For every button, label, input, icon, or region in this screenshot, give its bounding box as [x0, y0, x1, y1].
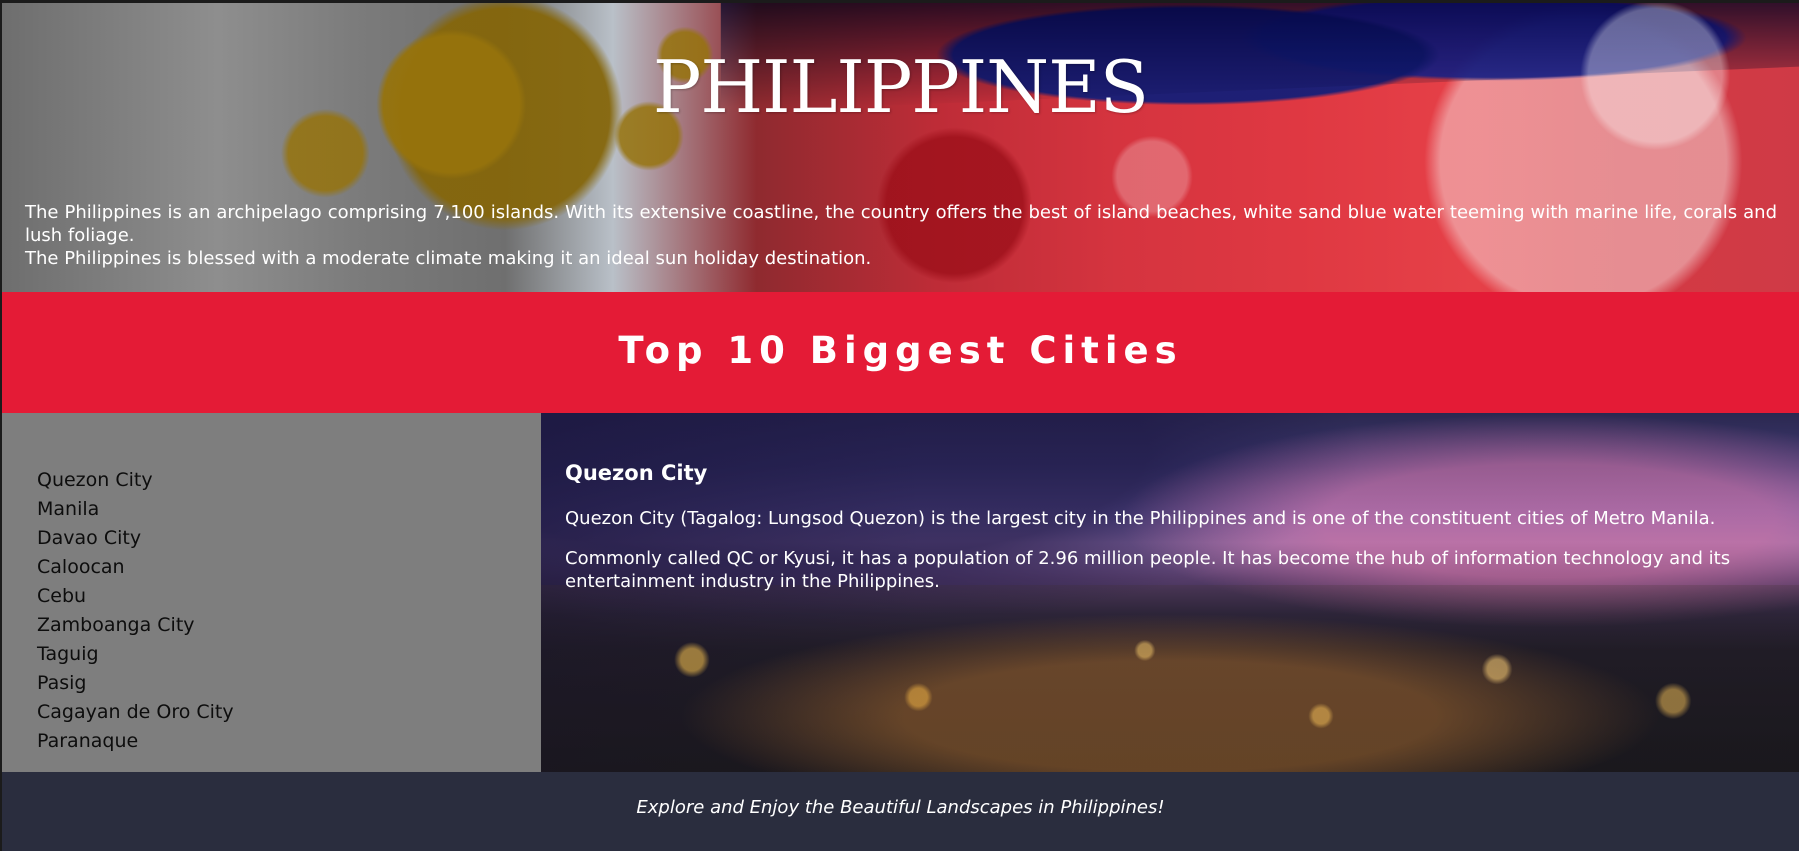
city-list-item-taguig[interactable]: Taguig — [37, 640, 541, 669]
page-title: PHILIPPINES — [652, 45, 1149, 129]
banner-heading: Top 10 Biggest Cities — [618, 329, 1183, 372]
page: PHILIPPINES The Philippines is an archip… — [0, 0, 1799, 851]
city-list-item-manila[interactable]: Manila — [37, 495, 541, 524]
hero-header: PHILIPPINES The Philippines is an archip… — [2, 3, 1799, 292]
city-list-item-davao-city[interactable]: Davao City — [37, 524, 541, 553]
city-list-item-paranaque[interactable]: Paranaque — [37, 727, 541, 756]
city-list-item-caloocan[interactable]: Caloocan — [37, 553, 541, 582]
page-footer: Explore and Enjoy the Beautiful Landscap… — [2, 772, 1799, 851]
city-detail-content: Quezon City Quezon City (Tagalog: Lungso… — [541, 413, 1799, 593]
intro-text: The Philippines is an archipelago compri… — [25, 201, 1777, 270]
city-detail-panel: Quezon City Quezon City (Tagalog: Lungso… — [541, 413, 1799, 772]
city-list-panel: Quezon City Manila Davao City Caloocan C… — [2, 413, 541, 772]
intro-paragraph-1: The Philippines is an archipelago compri… — [25, 202, 1777, 246]
city-list-item-zamboanga-city[interactable]: Zamboanga City — [37, 611, 541, 640]
city-list-item-pasig[interactable]: Pasig — [37, 669, 541, 698]
main-content: Quezon City Manila Davao City Caloocan C… — [2, 413, 1799, 772]
city-detail-paragraph-1: Quezon City (Tagalog: Lungsod Quezon) is… — [565, 508, 1716, 529]
intro-paragraph-2: The Philippines is blessed with a modera… — [25, 248, 872, 269]
city-list-item-cebu[interactable]: Cebu — [37, 582, 541, 611]
city-detail-paragraph-2: Commonly called QC or Kyusi, it has a po… — [565, 548, 1731, 592]
city-list: Quezon City Manila Davao City Caloocan C… — [37, 466, 541, 756]
city-detail-title: Quezon City — [565, 461, 708, 485]
cities-banner: Top 10 Biggest Cities — [2, 292, 1799, 413]
city-list-item-quezon-city[interactable]: Quezon City — [37, 466, 541, 495]
city-list-item-cagayan-de-oro-city[interactable]: Cagayan de Oro City — [37, 698, 541, 727]
footer-tagline: Explore and Enjoy the Beautiful Landscap… — [636, 797, 1165, 818]
